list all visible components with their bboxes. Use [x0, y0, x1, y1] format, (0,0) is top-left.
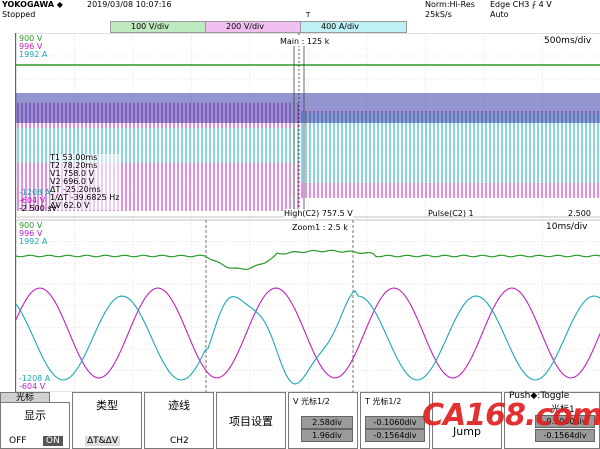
waveform-screen: 900 V 996 V 1992 A Main : 125 k 500ms/di… [15, 33, 600, 392]
main-timebase: 500ms/div [544, 36, 592, 46]
main-zoom-label: Main : 125 k [280, 37, 330, 46]
ch4-bottom-label: -2.500 sV [19, 204, 57, 213]
v-cursor-title: V 光标1/2 [293, 397, 330, 406]
pulse-measurement: Pulse(C2) 1 [428, 209, 474, 218]
display-softkey[interactable]: 显示 OFF ON [0, 402, 70, 449]
v-cursor-2-value[interactable]: 1.96div [301, 429, 353, 442]
acquisition-mode: Norm:Hi-Res [425, 0, 475, 9]
zoom-ch2-bottom-label: -604 V [19, 382, 46, 391]
ch1-scale-chip[interactable]: 100 V/div [110, 21, 217, 33]
type-softkey[interactable]: 类型 ΔT&ΔV [72, 392, 142, 449]
sample-rate: 25kS/s [425, 10, 452, 19]
high-measurement: High(C2) 757.5 V [284, 209, 353, 218]
ch2-scale-chip[interactable]: 200 V/div [205, 21, 312, 33]
v-cursor-1-value[interactable]: 2.58div [301, 416, 353, 429]
type-value: ΔT&ΔV [85, 436, 120, 446]
ch4-band-main [16, 93, 600, 123]
ch3-scale-chip[interactable]: 400 A/div [300, 21, 407, 33]
trace-title: 迹线 [168, 399, 190, 412]
watermark-logo: CA168.com [422, 398, 600, 433]
t-cursor-softkey[interactable]: T 光标1/2 -0.1060div -0.1564div [360, 392, 430, 449]
item-setting-label: 项目设置 [229, 415, 273, 428]
display-title: 显示 [24, 409, 46, 422]
zoom-ch3-level-label: 1992 A [19, 237, 48, 246]
trace-softkey[interactable]: 迹线 CH2 [144, 392, 214, 449]
item-setting-softkey[interactable]: 项目设置 [216, 392, 286, 449]
trace-value: CH2 [170, 436, 189, 446]
display-off[interactable]: OFF [9, 436, 26, 446]
zoom-label: Zoom1 : 2.5 k [292, 223, 348, 232]
t-cursor-2-value[interactable]: -0.1564div [365, 429, 425, 442]
display-on[interactable]: ON [43, 436, 63, 446]
cursor-delta-v: ΔV 62.0 V [50, 201, 90, 210]
acquisition-state: Stopped [2, 10, 36, 19]
t-cursor-title: T 光标1/2 [365, 397, 402, 406]
v-cursor-softkey[interactable]: V 光标1/2 2.58div 1.96div [288, 392, 358, 449]
trigger-mode: Auto [490, 10, 509, 19]
cursor-readout: T1 53.00ms T2 78.20ms V1 758.0 V V2 696.… [50, 154, 120, 210]
trigger-setting: Edge CH3 ⨏ 4 V [490, 0, 552, 9]
trigger-position-marker: T [306, 11, 311, 19]
ch3-level-label: 1992 A [19, 50, 48, 59]
brand-logo: YOKOGAWA ◆ [2, 0, 63, 9]
zoom-timebase: 10ms/div [546, 222, 588, 232]
t-cursor-1-value[interactable]: -0.1060div [365, 416, 425, 429]
type-title: 类型 [96, 399, 118, 412]
pulse-value: 2.500 [568, 209, 591, 218]
datetime: 2019/03/08 10:07:16 [87, 0, 172, 9]
